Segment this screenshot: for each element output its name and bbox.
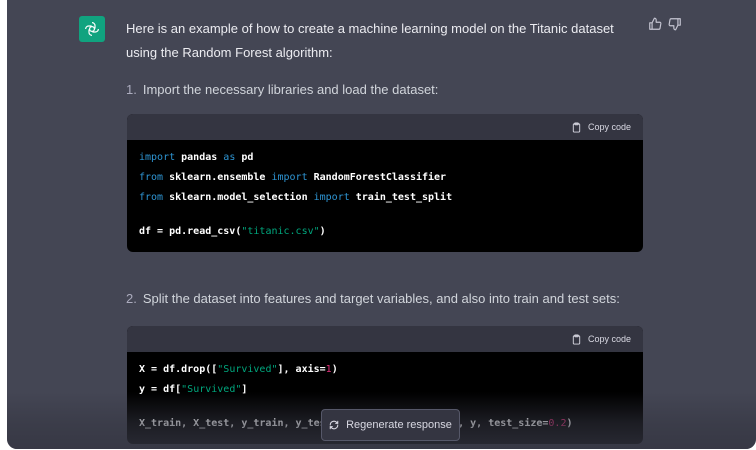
step-2: 2. Split the dataset into features and ta… — [126, 289, 620, 309]
code-token: y = df[ — [139, 384, 182, 395]
regenerate-label: Regenerate response — [346, 419, 452, 431]
code-line: import pandas as pd — [139, 148, 631, 168]
copy-code-label: Copy code — [587, 122, 631, 132]
code-token: train_test_split — [349, 192, 453, 203]
copy-code-label: Copy code — [587, 334, 631, 344]
code-token: "Survived" — [217, 364, 278, 375]
openai-logo-icon — [85, 22, 99, 36]
feedback-buttons — [648, 17, 682, 31]
message-intro: Here is an example of how to create a ma… — [126, 21, 614, 60]
code-line: df = pd.read_csv("titanic.csv") — [139, 222, 631, 242]
code-token: import — [139, 152, 176, 163]
code-token: pandas — [175, 152, 224, 163]
code-line: from sklearn.model_selection import trai… — [139, 188, 631, 208]
step-1: 1. Import the necessary libraries and loa… — [126, 80, 438, 100]
code-block-1: Copy code import pandas as pd from sklear… — [127, 114, 643, 252]
code-header: Copy code — [127, 114, 643, 140]
code-header: Copy code — [127, 326, 643, 352]
copy-code-button[interactable]: Copy code — [571, 121, 631, 133]
step-text: Split the dataset into features and targ… — [142, 291, 620, 306]
code-token: ], axis= — [277, 364, 326, 375]
code-token: ] — [241, 384, 248, 395]
code-token: "Survived" — [181, 384, 242, 395]
code-token: X = df.drop([ — [139, 364, 218, 375]
step-number: 2. — [126, 291, 137, 306]
assistant-message: Here is an example of how to create a ma… — [7, 0, 756, 449]
step-text: Import the necessary libraries and load … — [142, 82, 439, 97]
code-token: pd — [235, 152, 254, 163]
step-number: 1. — [126, 82, 137, 97]
code-token: df = pd.read_csv( — [139, 226, 242, 237]
regenerate-response-button[interactable]: Regenerate response — [321, 409, 460, 441]
thumbs-down-icon[interactable] — [668, 17, 682, 31]
code-token: import — [271, 172, 308, 183]
code-line: y = df["Survived"] — [139, 380, 631, 400]
code-token: sklearn.ensemble — [163, 172, 272, 183]
code-token: ) — [319, 226, 326, 237]
code-token: from — [139, 172, 164, 183]
code-token: from — [139, 192, 164, 203]
assistant-avatar — [79, 16, 105, 42]
code-token: import — [313, 192, 350, 203]
clipboard-icon — [572, 333, 581, 345]
code-line: from sklearn.ensemble import RandomFores… — [139, 168, 631, 188]
code-token: ) — [331, 364, 338, 375]
code-token: 0.2 — [548, 418, 567, 429]
clipboard-icon — [572, 121, 581, 133]
refresh-icon — [329, 420, 339, 430]
code-token: as — [223, 152, 236, 163]
code-token: RandomForestClassifier — [307, 172, 447, 183]
code-line: X = df.drop(["Survived"], axis=1) — [139, 360, 631, 380]
code-body: import pandas as pd from sklearn.ensemble… — [127, 140, 643, 252]
code-token: "titanic.csv" — [241, 226, 320, 237]
code-token: ) — [566, 418, 573, 429]
code-token: sklearn.model_selection — [163, 192, 314, 203]
copy-code-button[interactable]: Copy code — [571, 333, 631, 345]
thumbs-up-icon[interactable] — [648, 17, 662, 31]
